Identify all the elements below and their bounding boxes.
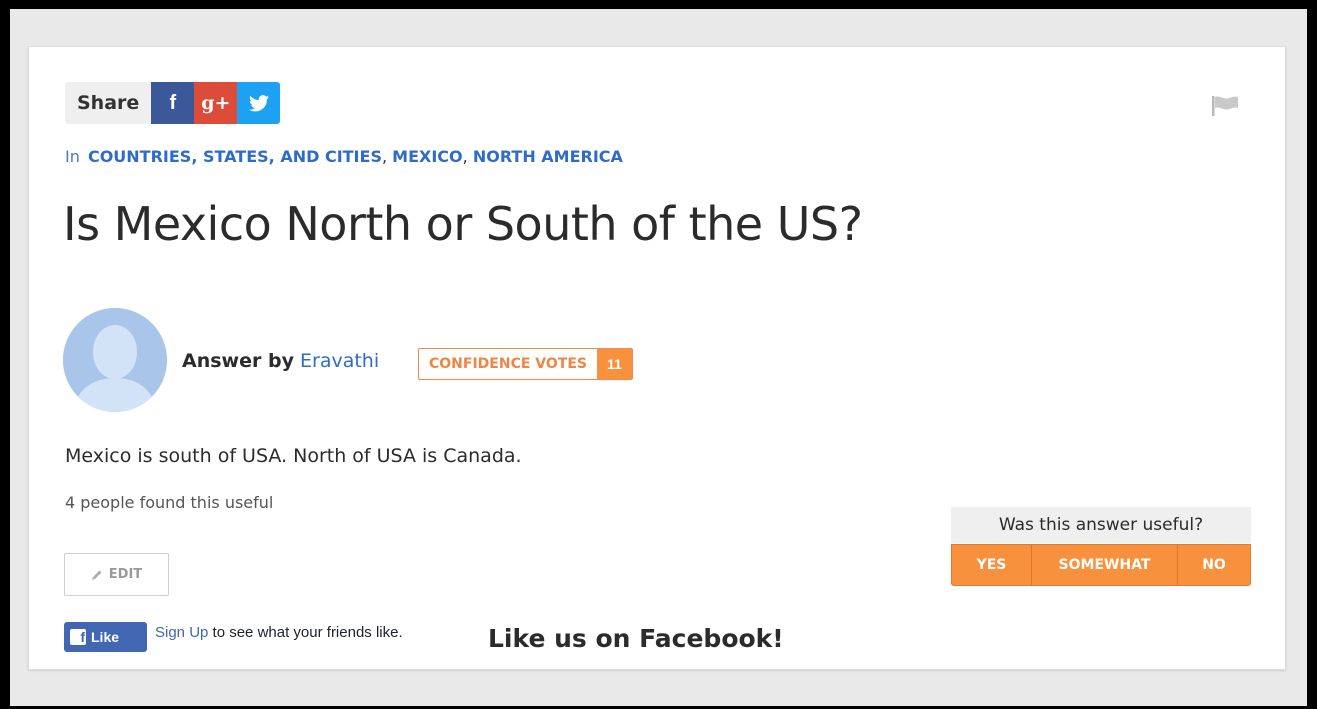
somewhat-button[interactable]: SOMEWHAT (1032, 545, 1178, 585)
facebook-signup-text: Sign Up to see what your friends like. (155, 623, 445, 642)
confidence-votes-count: 11 (596, 349, 632, 379)
breadcrumb-separator: , (381, 147, 388, 166)
useful-count: 4 people found this useful (65, 493, 274, 512)
twitter-share-button[interactable] (237, 82, 281, 124)
facebook-icon: f (169, 91, 177, 114)
breadcrumb-link-countries[interactable]: COUNTRIES, STATES, AND CITIES (88, 147, 382, 166)
googleplus-share-button[interactable]: g+ (194, 82, 238, 124)
share-bar: Share f g+ (65, 82, 281, 124)
usefulness-question: Was this answer useful? (951, 507, 1251, 543)
question-title: Is Mexico North or South of the US? (63, 197, 863, 251)
yes-button[interactable]: YES (952, 545, 1032, 585)
breadcrumb-link-north-america[interactable]: NORTH AMERICA (473, 147, 623, 166)
answer-text: Mexico is south of USA. North of USA is … (65, 445, 522, 467)
answer-card: Share f g+ In COUNTRIES, STATES, AND CIT… (28, 46, 1286, 670)
facebook-like-button[interactable]: f Like (64, 622, 147, 652)
author-link[interactable]: Eravathi (300, 350, 379, 372)
default-user-icon (63, 308, 167, 412)
usefulness-buttons: YES SOMEWHAT NO (951, 544, 1251, 586)
breadcrumb: In COUNTRIES, STATES, AND CITIES, MEXICO… (65, 147, 623, 166)
edit-button[interactable]: EDIT (64, 553, 169, 596)
breadcrumb-link-mexico[interactable]: MEXICO (392, 147, 462, 166)
like-label: Like (91, 629, 120, 645)
googleplus-icon: g+ (201, 92, 231, 114)
report-flag-icon[interactable] (1210, 94, 1240, 118)
facebook-signup-suffix: to see what your friends like. (208, 624, 403, 641)
breadcrumb-separator: , (462, 147, 468, 166)
confidence-votes-badge[interactable]: CONFIDENCE VOTES 11 (418, 348, 633, 380)
no-button[interactable]: NO (1178, 545, 1250, 585)
confidence-votes-label: CONFIDENCE VOTES (429, 356, 587, 372)
answer-attribution: Answer by Eravathi (182, 350, 379, 372)
facebook-icon: f (70, 629, 86, 645)
breadcrumb-prefix: In (65, 147, 80, 166)
facebook-signup-link[interactable]: Sign Up (155, 624, 208, 641)
answer-by-label: Answer by (182, 350, 294, 372)
pencil-icon (91, 570, 102, 580)
usefulness-poll: Was this answer useful? YES SOMEWHAT NO (951, 507, 1251, 586)
avatar[interactable] (63, 308, 167, 412)
twitter-bird-icon (248, 94, 269, 111)
facebook-promo: Like us on Facebook! (488, 624, 784, 653)
facebook-share-button[interactable]: f (151, 82, 195, 124)
edit-label: EDIT (108, 567, 143, 582)
share-label: Share (65, 82, 152, 124)
